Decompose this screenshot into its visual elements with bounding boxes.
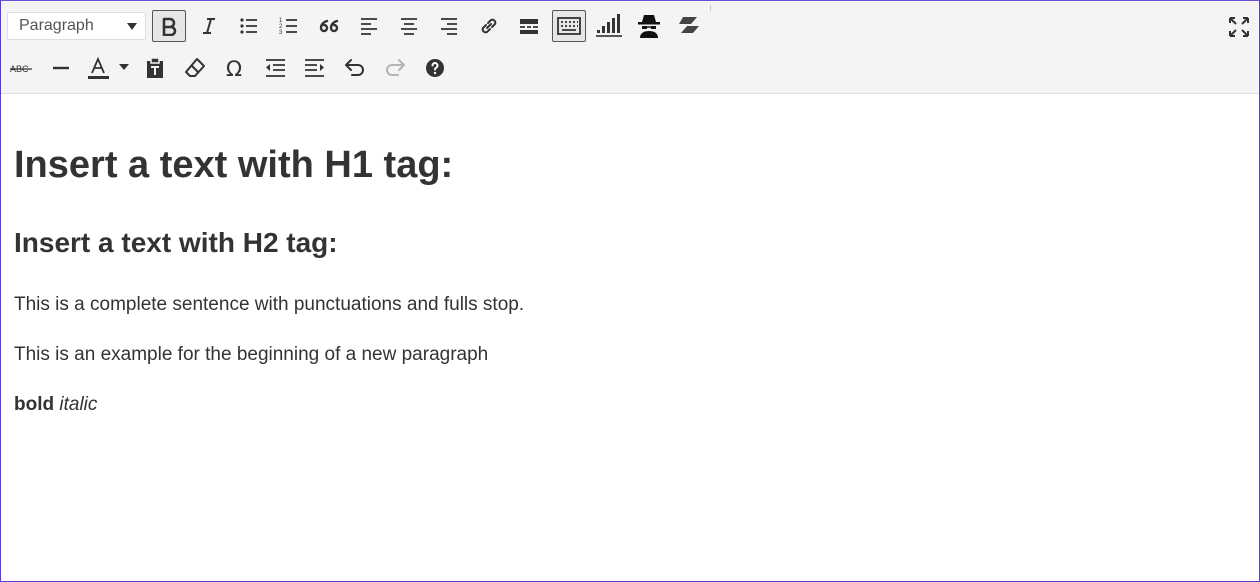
toolbar-divider [710, 5, 713, 11]
fullscreen-icon [1229, 17, 1249, 37]
toolbar-row-1: Paragraph 1 2 3 [7, 6, 712, 46]
editor-content[interactable]: Insert a text with H1 tag: Insert a text… [14, 95, 1259, 581]
fullscreen-button[interactable] [1225, 13, 1253, 41]
svg-text:Ω: Ω [226, 57, 242, 79]
link-icon [481, 18, 497, 34]
align-center-button[interactable] [392, 10, 426, 42]
paste-as-text-icon [147, 57, 163, 78]
bullet-list-icon [240, 18, 257, 34]
outdent-icon [266, 59, 285, 77]
numbered-list-button[interactable]: 1 2 3 [272, 10, 306, 42]
toolbar-row-2: ABC Ω [4, 48, 458, 88]
toolbar-toggle-button[interactable] [552, 10, 586, 42]
paragraph-3[interactable]: bold italic [14, 393, 97, 417]
incognito-icon [638, 15, 660, 38]
italic-text[interactable]: italic [59, 394, 97, 415]
bold-text[interactable]: bold [14, 394, 54, 415]
redo-button[interactable] [378, 52, 412, 84]
help-button[interactable] [418, 52, 452, 84]
text-color-icon [88, 56, 129, 79]
svg-text:3: 3 [279, 30, 283, 36]
editor-toolbar: Paragraph 1 2 3 ABC Ω [1, 1, 1259, 94]
clear-formatting-icon [185, 58, 205, 77]
horizontal-line-icon [53, 66, 69, 70]
clear-formatting-button[interactable] [178, 52, 212, 84]
align-center-icon [401, 18, 417, 35]
undo-icon [345, 59, 364, 76]
quads-ads-icon [596, 14, 622, 37]
blockquote-icon [319, 19, 339, 33]
align-right-button[interactable] [432, 10, 466, 42]
align-right-icon [441, 18, 457, 35]
paragraph-2[interactable]: This is an example for the beginning of … [14, 343, 488, 367]
read-more-icon [520, 19, 538, 34]
layers-button[interactable] [672, 10, 706, 42]
strikethrough-icon: ABC [10, 64, 32, 74]
incognito-button[interactable] [632, 10, 666, 42]
text-color-button[interactable] [84, 52, 132, 84]
help-icon [426, 59, 444, 77]
toolbar-toggle-icon [557, 17, 581, 35]
paragraph-format-select[interactable]: Paragraph [7, 12, 146, 40]
layers-icon [679, 17, 699, 33]
indent-button[interactable] [298, 52, 332, 84]
outdent-button[interactable] [258, 52, 292, 84]
align-left-icon [361, 18, 377, 35]
redo-icon [386, 59, 405, 76]
paragraph-1[interactable]: This is a complete sentence with punctua… [14, 293, 524, 317]
special-character-button[interactable]: Ω [218, 52, 252, 84]
paragraph-format-value: Paragraph [19, 17, 94, 34]
rich-text-editor: Paragraph 1 2 3 ABC Ω Insert a text with… [0, 0, 1260, 582]
horizontal-line-button[interactable] [44, 52, 78, 84]
strikethrough-button[interactable]: ABC [4, 52, 38, 84]
heading-2[interactable]: Insert a text with H2 tag: [14, 226, 338, 260]
bold-button[interactable] [152, 10, 186, 42]
insert-link-button[interactable] [472, 10, 506, 42]
numbered-list-icon: 1 2 3 [279, 18, 297, 36]
heading-1[interactable]: Insert a text with H1 tag: [14, 143, 453, 187]
bold-icon [162, 17, 177, 36]
bullet-list-button[interactable] [232, 10, 266, 42]
special-character-icon: Ω [226, 57, 242, 79]
italic-icon [203, 18, 215, 34]
align-left-button[interactable] [352, 10, 386, 42]
read-more-button[interactable] [512, 10, 546, 42]
chevron-down-icon [127, 22, 137, 30]
blockquote-button[interactable] [312, 10, 346, 42]
paste-as-text-button[interactable] [138, 52, 172, 84]
indent-icon [305, 59, 324, 77]
undo-button[interactable] [338, 52, 372, 84]
italic-button[interactable] [192, 10, 226, 42]
quads-ads-button[interactable] [592, 10, 626, 42]
